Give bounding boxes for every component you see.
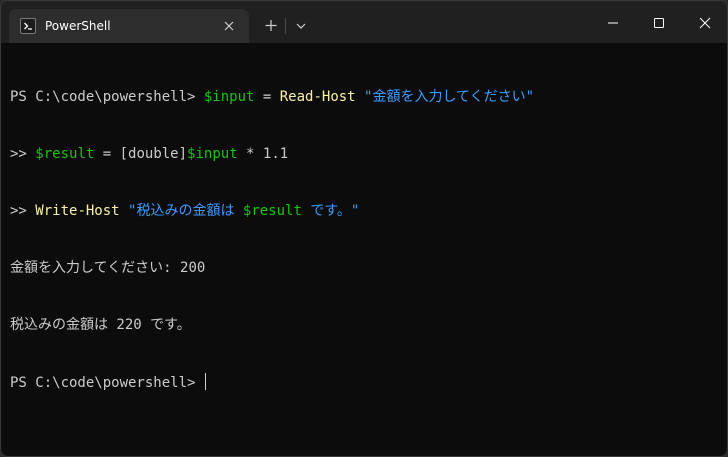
operator: = (94, 146, 120, 162)
terminal-line: PS C:\code\powershell> $input = Read-Hos… (10, 88, 727, 107)
dropdown-chevron-icon[interactable] (291, 16, 311, 36)
variable: $input (187, 146, 238, 162)
minimize-button[interactable] (589, 1, 635, 43)
operator: * (237, 146, 263, 162)
maximize-icon (654, 18, 664, 28)
maximize-button[interactable] (635, 1, 681, 43)
string-literal: "税込みの金額は (128, 203, 243, 219)
string-literal: "金額を入力してください" (364, 89, 535, 105)
tab-title: PowerShell (45, 19, 111, 33)
command: Read-Host (279, 89, 356, 105)
continuation-prompt: >> (10, 146, 36, 162)
terminal-line: >> Write-Host "税込みの金額は $result です。" (10, 202, 727, 221)
continuation-prompt: >> (10, 203, 36, 219)
tab-separator (285, 18, 286, 34)
new-tab-plus-icon[interactable] (259, 16, 283, 36)
close-icon (699, 17, 711, 29)
operator: = (254, 89, 280, 105)
prompt: PS C:\code\powershell> (10, 375, 204, 391)
variable: $result (242, 203, 302, 219)
variable: $result (35, 146, 95, 162)
terminal-output-line: 税込みの金額は 220 です。 (10, 317, 191, 333)
close-button[interactable] (681, 1, 727, 43)
terminal-output[interactable]: PS C:\code\powershell> $input = Read-Hos… (1, 43, 727, 456)
variable: $input (203, 89, 255, 105)
powershell-prompt-icon (20, 18, 36, 34)
tab-powershell[interactable]: PowerShell (9, 9, 249, 43)
minimize-icon (608, 22, 618, 24)
title-bar: PowerShell (1, 1, 727, 43)
terminal-line: PS C:\code\powershell> (10, 373, 727, 392)
prompt: PS C:\code\powershell> (10, 89, 204, 105)
text-cursor (204, 373, 206, 390)
string-literal: です。" (301, 203, 360, 219)
terminal-window: PowerShell PS C:\code\powershell> $input… (0, 0, 728, 457)
tab-close-icon[interactable] (221, 18, 237, 34)
number-literal: 1.1 (262, 146, 289, 162)
type-cast: [double] (119, 146, 188, 162)
command: Write-Host (35, 203, 120, 219)
terminal-output-line: 金額を入力してください: 200 (10, 260, 206, 276)
terminal-line: >> $result = [double]$input * 1.1 (10, 145, 727, 164)
